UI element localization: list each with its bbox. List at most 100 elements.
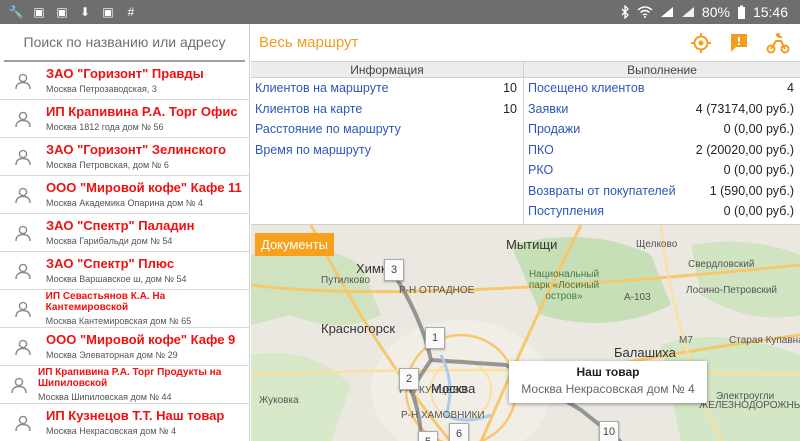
avatar-icon [0,414,46,432]
map-place-label: Национальный парк «Лосиный остров» [528,269,600,302]
client-address: Москва 1812 года дом № 56 [46,122,164,132]
picture-icon: ▣ [102,5,114,19]
map-place-label: Щелково [636,239,678,250]
map-place-label: Балашиха [614,345,676,360]
info-row[interactable]: Клиентов на карте 10 [251,99,523,120]
map-place-label: Р-Н ХАМОВНИКИ [401,410,485,421]
info-value: 10 [503,101,517,116]
map-place-label: Москва [431,381,476,396]
map-place-label: Р-Н ОТРАДНОЕ [399,285,475,296]
execution-label: Заявки [528,101,569,116]
map-client-marker[interactable]: 3 [384,259,404,281]
execution-value: 0 (0,00 руб.) [723,122,794,137]
client-list-item[interactable]: ООО "Мировой кофе" Кафе 9 Москва Элеватор… [0,328,249,366]
map-place-label: Лосино-Петровский [686,285,777,296]
info-row[interactable]: Клиентов на маршруте 10 [251,78,523,99]
search-input[interactable] [4,34,245,50]
client-address: Москва Академика Опарина дом № 4 [46,198,203,208]
avatar-icon [0,262,46,280]
locate-icon[interactable] [690,32,712,54]
map-client-marker[interactable]: 10 [599,421,619,441]
client-name: ООО "Мировой кофе" Кафе 11 [46,180,242,195]
client-list-item[interactable]: ЗАО "Горизонт" Правды Москва Петрозаводск… [0,62,249,100]
map-place-label: ЖЕЛЕЗНОДОРОЖНЫЙ [699,400,800,411]
info-label: Клиентов на карте [255,101,363,116]
avatar-icon [0,186,46,204]
execution-row[interactable]: Заявки 4 (73174,00 руб.) [524,99,800,120]
map-popup[interactable]: Наш товар Москва Некрасовская дом № 4 [509,361,707,403]
client-name: ИП Кузнецов Т.Т. Наш товар [46,408,225,423]
execution-value: 2 (20020,00 руб.) [695,142,794,157]
client-address: Москва Кантемировская дом № 65 [45,316,192,326]
avatar-icon [0,72,46,90]
client-list-item[interactable]: ЗАО "Спектр" Плюс Москва Варшавское ш, до… [0,252,249,290]
info-header: Информация [251,62,523,78]
client-name: ЗАО "Спектр" Паладин [46,218,195,233]
execution-label: Посещено клиентов [528,81,645,96]
map-client-marker[interactable]: 6 [449,423,469,441]
execution-header: Выполнение [524,62,800,78]
client-name: ООО "Мировой кофе" Кафе 9 [46,332,236,347]
client-list-panel: ЗАО "Горизонт" Правды Москва Петрозаводск… [0,24,250,441]
courier-icon[interactable] [766,32,790,54]
map-place-label: M7 [679,335,693,346]
execution-label: Возвраты от покупателей [528,183,676,198]
route-selector[interactable]: Весь маршрут [251,34,358,51]
map-client-marker[interactable]: 5 [418,431,438,441]
client-name: ИП Севастьянов К.А. На Кантемировской [45,291,166,313]
route-map[interactable]: Документы Мытищи Химки Щелково Свердловский… [251,224,800,441]
map-place-label: Старая Купавна [729,335,800,346]
hash-icon: # [127,5,135,19]
signal-icon [660,7,673,17]
client-list-item[interactable]: ИП Крапивина Р.А. Торг Продукты на Шипил… [0,366,249,404]
status-icons-left: 🔧 ▣ ▣ ⬇ ▣ # [0,5,138,19]
execution-value: 4 [787,81,794,96]
status-bar: 🔧 ▣ ▣ ⬇ ▣ # 80% 15:46 [0,0,800,24]
client-name: ИП Крапивина Р.А. Торг Офис [46,104,238,119]
info-row[interactable]: Время по маршруту [251,140,523,161]
execution-label: Продажи [528,122,581,137]
client-list-item[interactable]: ЗАО "Горизонт" Зелинского Москва Петровск… [0,138,249,176]
client-list: ЗАО "Горизонт" Правды Москва Петрозаводск… [0,62,249,441]
documents-button[interactable]: Документы [255,233,335,256]
client-address: Москва Варшавское ш, дом № 54 [46,274,187,284]
battery-icon [737,5,745,19]
client-list-item[interactable]: ИП Кузнецов Т.Т. Наш товар Москва Некрасо… [0,404,249,441]
map-place-label: A-103 [624,292,651,303]
avatar-icon [0,148,46,166]
client-list-item[interactable]: ЗАО "Спектр" Паладин Москва Гарибальди до… [0,214,249,252]
client-list-item[interactable]: ИП Крапивина Р.А. Торг Офис Москва 1812 г… [0,100,249,138]
info-label: Клиентов на маршруте [255,81,389,96]
bluetooth-icon [621,5,629,19]
execution-row[interactable]: Возвраты от покупателей 1 (590,00 руб.) [524,181,800,202]
map-client-marker[interactable]: 2 [399,368,419,390]
avatar-icon [0,376,38,394]
wrench-icon: 🔧 [8,5,24,19]
client-address: Москва Элеваторная дом № 29 [46,350,178,360]
execution-row[interactable]: ПКО 2 (20020,00 руб.) [524,140,800,161]
client-address: Москва Шипиловская дом № 44 [38,392,172,402]
client-address: Москва Петровская, дом № 6 [46,160,169,170]
message-icon[interactable] [728,32,750,54]
execution-row[interactable]: Продажи 0 (0,00 руб.) [524,119,800,140]
info-row[interactable]: Расстояние по маршруту [251,119,523,140]
client-name: ЗАО "Горизонт" Зелинского [46,142,227,157]
wifi-icon [637,6,653,18]
map-place-label: Свердловский [688,259,755,270]
map-place-label: Мытищи [506,237,558,252]
execution-row[interactable]: РКО 0 (0,00 руб.) [524,160,800,181]
execution-value: 0 (0,00 руб.) [723,204,794,219]
avatar-icon [0,338,46,356]
client-address: Москва Петрозаводская, 3 [46,84,157,94]
execution-row[interactable]: Поступления 0 (0,00 руб.) [524,201,800,222]
execution-value: 0 (0,00 руб.) [723,163,794,178]
execution-row[interactable]: Посещено клиентов 4 [524,78,800,99]
execution-column: Выполнение Посещено клиентов 4 Заявки 4 (73… [524,62,800,224]
map-place-label: Жуковка [259,395,299,406]
avatar-icon [0,224,46,242]
client-list-item[interactable]: ИП Севастьянов К.А. На Кантемировской Мос… [0,290,249,328]
map-client-marker[interactable]: 1 [425,327,445,349]
map-place-label: Путилково [321,275,370,286]
client-list-item[interactable]: ООО "Мировой кофе" Кафе 11 Москва Академи… [0,176,249,214]
picture-icon: ▣ [33,5,45,19]
